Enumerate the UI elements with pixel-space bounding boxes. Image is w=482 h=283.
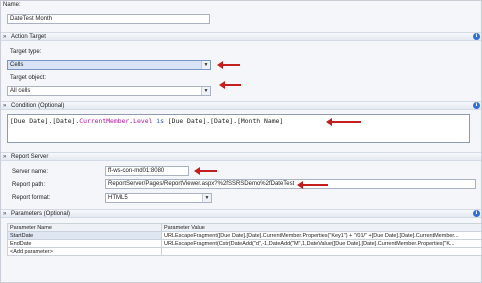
- add-parameter-cell[interactable]: <Add parameter>: [7, 247, 162, 256]
- report-format-select[interactable]: HTML5 ▼: [105, 193, 212, 203]
- parameter-name-cell[interactable]: EndDate: [7, 239, 162, 248]
- red-arrow-annotation: [326, 118, 361, 126]
- name-label: Name:: [3, 2, 21, 8]
- server-name-field[interactable]: ff-ws-con-md01:8080: [105, 166, 189, 176]
- condition-editor[interactable]: [Due Date].[Date].CurrentMember.Level is…: [7, 114, 470, 143]
- action-target-header[interactable]: » Action Target i: [1, 32, 481, 41]
- table-row[interactable]: StartDate URLEscapeFragment([Due Date].[…: [7, 231, 482, 240]
- column-header-parameter-name[interactable]: Parameter Name: [7, 223, 162, 232]
- report-server-title: Report Server: [11, 154, 49, 160]
- condition-keyword-level: Level: [133, 117, 153, 125]
- parameter-value-cell[interactable]: URLEscapeFragment(Cstr(DateAdd("d",-1,Da…: [161, 239, 482, 248]
- red-arrow-annotation: [194, 167, 217, 175]
- parameters-header[interactable]: » Parameters (Optional) i: [1, 209, 481, 218]
- parameters-title: Parameters (Optional): [11, 211, 71, 217]
- condition-keyword-currentmember: CurrentMember: [79, 117, 130, 125]
- condition-text: [Due Date].[Date].: [10, 117, 80, 125]
- target-type-select[interactable]: Cells ▼: [7, 60, 211, 70]
- report-path-field[interactable]: ReportServer/Pages/ReportViewer.aspx?%2f…: [105, 179, 476, 189]
- red-arrow-annotation: [219, 81, 241, 89]
- empty-value-cell[interactable]: [161, 247, 482, 256]
- report-format-value: HTML5: [108, 195, 128, 201]
- table-row[interactable]: EndDate URLEscapeFragment(Cstr(DateAdd("…: [7, 239, 482, 248]
- add-parameter-row[interactable]: <Add parameter>: [7, 247, 482, 256]
- target-object-value: All cells: [10, 88, 31, 94]
- red-arrow-annotation: [297, 181, 328, 189]
- parameter-name-cell[interactable]: StartDate: [7, 231, 162, 240]
- action-target-title: Action Target: [11, 34, 46, 40]
- chevron-double-up-icon[interactable]: »: [3, 153, 6, 161]
- action-editor-panel: Name: DateTest Month » Action Target i T…: [0, 0, 482, 283]
- parameter-value-cell[interactable]: URLEscapeFragment([Due Date].[Date].Curr…: [161, 231, 482, 240]
- info-icon[interactable]: i: [473, 33, 480, 40]
- parameters-grid: Parameter Name Parameter Value StartDate…: [7, 223, 482, 256]
- target-type-value: Cells: [10, 62, 24, 68]
- report-server-header[interactable]: » Report Server: [1, 152, 481, 161]
- chevron-double-up-icon[interactable]: »: [3, 210, 6, 218]
- chevron-down-icon[interactable]: ▼: [201, 61, 210, 69]
- chevron-down-icon[interactable]: ▼: [201, 87, 210, 95]
- target-object-select[interactable]: All cells ▼: [7, 86, 211, 96]
- server-name-label: Server name:: [12, 169, 49, 175]
- condition-header[interactable]: » Condition (Optional) i: [1, 101, 481, 110]
- chevron-double-up-icon[interactable]: »: [3, 102, 6, 110]
- info-icon[interactable]: i: [473, 210, 480, 217]
- chevron-double-up-icon[interactable]: »: [3, 33, 6, 41]
- condition-title: Condition (Optional): [11, 103, 65, 109]
- info-icon[interactable]: i: [473, 102, 480, 109]
- target-type-label: Target type:: [10, 49, 42, 55]
- target-object-label: Target object:: [10, 75, 47, 81]
- condition-text-rest: [Due Date].[Date].[Month Name]: [163, 117, 284, 125]
- name-field[interactable]: DateTest Month: [7, 14, 210, 24]
- grid-header-row: Parameter Name Parameter Value: [7, 223, 482, 232]
- column-header-parameter-value[interactable]: Parameter Value: [161, 223, 482, 232]
- chevron-down-icon[interactable]: ▼: [202, 194, 211, 202]
- report-format-label: Report format:: [12, 195, 51, 201]
- condition-keyword-is: is: [156, 117, 164, 125]
- red-arrow-annotation: [217, 61, 240, 69]
- report-path-label: Report path:: [12, 182, 46, 188]
